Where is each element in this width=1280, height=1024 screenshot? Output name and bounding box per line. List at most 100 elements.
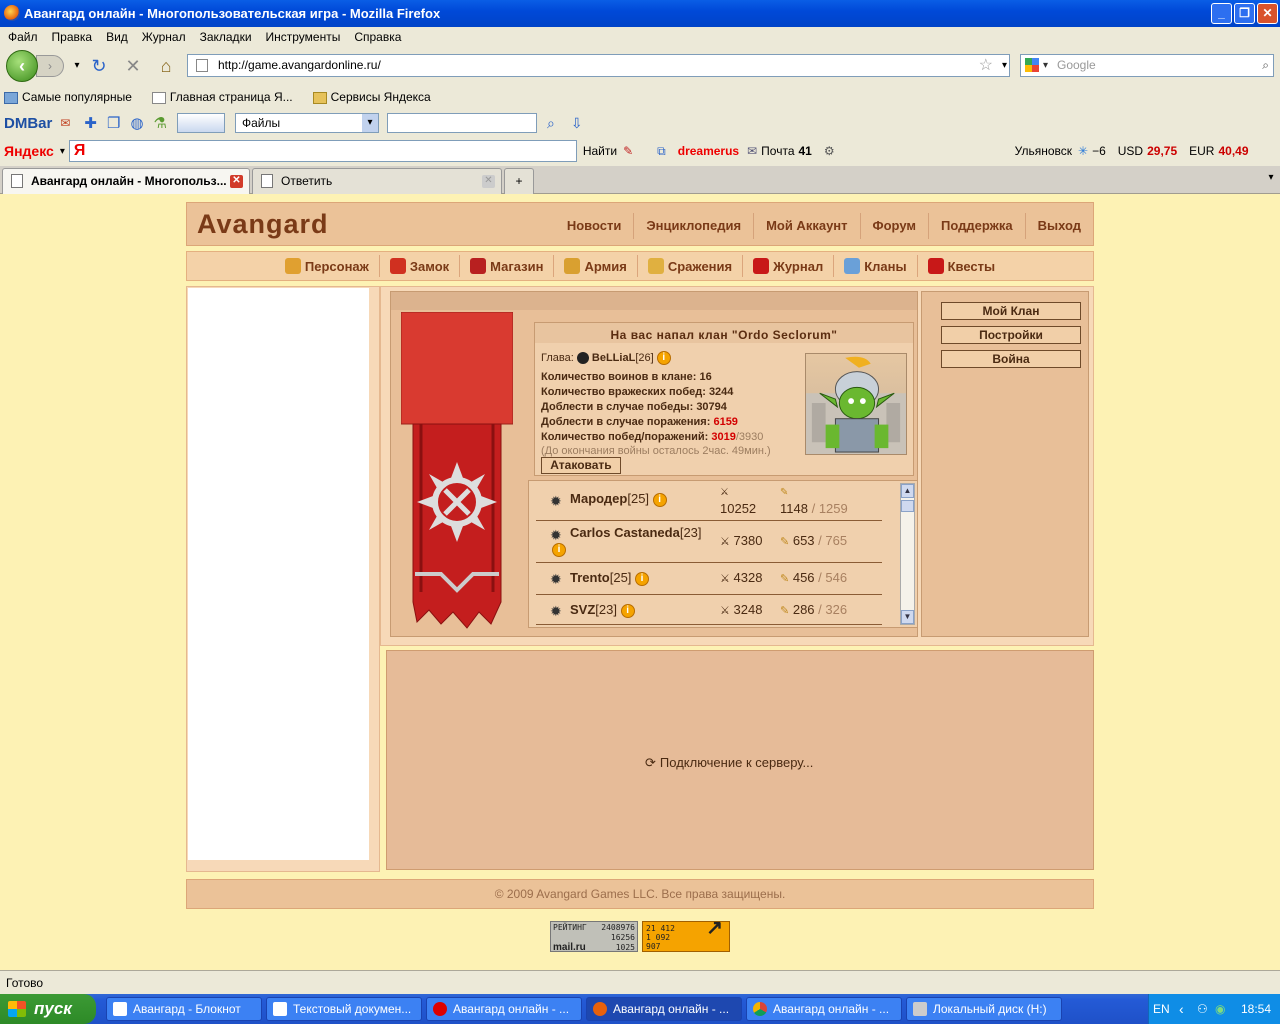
nav-forum[interactable]: Форум: [859, 213, 928, 239]
forward-button[interactable]: ›: [36, 55, 64, 77]
menu-tools[interactable]: Инструменты: [266, 30, 341, 44]
dmbar-chat-icon[interactable]: ✉: [60, 116, 70, 130]
task-notepad[interactable]: Авангард - Блокнот: [106, 997, 262, 1021]
member-name[interactable]: Trento[25] i: [570, 570, 650, 586]
task-local-disk[interactable]: Локальный диск (H:): [906, 997, 1062, 1021]
info-icon[interactable]: i: [620, 603, 635, 618]
member-name[interactable]: Carlos Castaneda[23]: [570, 525, 702, 540]
dmbar-plus-icon[interactable]: ✚: [84, 114, 97, 132]
back-button[interactable]: ‹: [6, 50, 38, 82]
yandex-search-input[interactable]: Я: [68, 140, 577, 162]
menu-bookmarks[interactable]: Закладки: [200, 30, 252, 44]
task-firefox[interactable]: Авангард онлайн - ...: [586, 997, 742, 1021]
chevron-down-icon[interactable]: ▾: [361, 114, 378, 132]
war-button[interactable]: Война: [941, 350, 1081, 368]
info-icon[interactable]: i: [552, 543, 566, 557]
game-nav-character[interactable]: Персонаж: [275, 255, 379, 277]
attack-button[interactable]: Атаковать: [541, 457, 621, 474]
minimize-button[interactable]: _: [1211, 3, 1232, 24]
reload-icon[interactable]: ↻: [88, 55, 110, 77]
member-name[interactable]: SVZ[23] i: [570, 602, 635, 618]
yandex-user[interactable]: dreamerus: [678, 144, 739, 158]
dmbar-files-select[interactable]: Файлы ▾: [234, 113, 379, 133]
home-icon[interactable]: ⌂: [155, 55, 177, 77]
nav-news[interactable]: Новости: [555, 213, 634, 239]
language-indicator[interactable]: EN: [1153, 994, 1170, 1024]
bookmark-yandex-home[interactable]: Главная страница Я...: [151, 90, 303, 104]
maximize-button[interactable]: ❐: [1234, 3, 1255, 24]
url-dropdown-icon[interactable]: ▾: [1002, 55, 1007, 76]
search-icon[interactable]: ⌕: [1262, 55, 1269, 76]
info-icon[interactable]: i: [656, 351, 671, 365]
menu-edit[interactable]: Правка: [52, 30, 93, 44]
buildings-button[interactable]: Постройки: [941, 326, 1081, 344]
clan-head-name[interactable]: BeLLiaL: [592, 352, 635, 364]
nav-account[interactable]: Мой Аккаунт: [753, 213, 859, 239]
engine-dropdown-icon[interactable]: ▾: [1043, 55, 1048, 76]
game-nav-journal[interactable]: Журнал: [742, 255, 833, 277]
gear-icon[interactable]: ⚙: [824, 144, 835, 158]
dmbar-search-icon[interactable]: ⌕: [547, 115, 555, 132]
dmbar-globe-icon[interactable]: ◍: [130, 114, 143, 132]
tray-network-icon[interactable]: ⚇: [1197, 994, 1208, 1024]
yandex-pencil-icon[interactable]: ✎: [623, 144, 633, 158]
info-icon[interactable]: i: [635, 571, 650, 586]
yandex-logo[interactable]: Яндекс: [4, 143, 54, 159]
mailru-rating-counter[interactable]: РЕЙТИНГ 2408976 16256 mail.ru 1025: [550, 921, 638, 953]
game-nav-shop[interactable]: Магазин: [459, 255, 553, 277]
member-name[interactable]: Мародер[25] i: [570, 491, 667, 507]
info-icon[interactable]: i: [652, 492, 667, 507]
close-tab-icon[interactable]: ✕: [482, 175, 495, 188]
bookmark-yandex-services[interactable]: Сервисы Яндекса: [312, 90, 441, 104]
menu-history[interactable]: Журнал: [142, 30, 186, 44]
star-icon[interactable]: ☆: [979, 55, 993, 76]
site-logo[interactable]: Avangard: [197, 209, 329, 240]
game-nav-clans[interactable]: Кланы: [833, 255, 916, 277]
chevron-down-icon[interactable]: ▾: [60, 146, 65, 157]
game-nav-army[interactable]: Армия: [553, 255, 636, 277]
tab-reply[interactable]: Ответить ✕: [252, 168, 502, 194]
dmbar-bottle-icon[interactable]: ⚗: [154, 114, 167, 132]
scroll-up-icon[interactable]: ▲: [901, 484, 914, 498]
nav-logout[interactable]: Выход: [1024, 213, 1093, 239]
member-row[interactable]: ✹ Trento[25] i ⚔ 4328 ✎ 456 / 546: [536, 563, 882, 595]
new-tab-button[interactable]: +: [504, 168, 534, 194]
dmbar-hand-button[interactable]: [176, 113, 225, 133]
task-opera[interactable]: Авангард онлайн - ...: [426, 997, 582, 1021]
history-dropdown-icon[interactable]: ▾: [66, 55, 88, 77]
menu-help[interactable]: Справка: [354, 30, 401, 44]
game-nav-quests[interactable]: Квесты: [916, 255, 1006, 277]
member-row[interactable]: ✹ Carlos Castaneda[23] i ⚔ 7380 ✎ 653 / …: [536, 521, 882, 563]
scroll-down-icon[interactable]: ▼: [901, 610, 914, 624]
close-tab-icon[interactable]: ✕: [230, 175, 243, 188]
tab-list-icon[interactable]: ▾: [1264, 172, 1278, 188]
menu-view[interactable]: Вид: [106, 30, 128, 44]
bookmark-popular[interactable]: Самые популярные: [4, 90, 142, 104]
yandex-mail-link[interactable]: Почта: [761, 144, 794, 158]
dmbar-download-icon[interactable]: ⇩: [571, 115, 583, 132]
close-button[interactable]: ✕: [1257, 3, 1278, 24]
game-nav-battles[interactable]: Сражения: [636, 255, 742, 277]
nav-encyclopedia[interactable]: Энциклопедия: [633, 213, 753, 239]
scroll-thumb[interactable]: [901, 500, 914, 512]
url-input[interactable]: http://game.avangardonline.ru/ ☆ ▾: [187, 54, 1010, 77]
members-scrollbar[interactable]: ▲ ▼: [900, 483, 915, 625]
search-input[interactable]: ▾ Google ⌕: [1020, 54, 1274, 77]
weather-city[interactable]: Ульяновск: [1015, 144, 1072, 158]
dmbar-windows-icon[interactable]: ❐: [107, 114, 120, 132]
task-text-document[interactable]: Текстовый докумен...: [266, 997, 422, 1021]
nav-support[interactable]: Поддержка: [928, 213, 1025, 239]
yandex-translate-icon[interactable]: ⧉: [657, 144, 666, 159]
dmbar-search-input[interactable]: [386, 113, 537, 133]
menu-file[interactable]: Файл: [8, 30, 38, 44]
start-button[interactable]: пуск: [0, 994, 96, 1024]
tray-arrow-icon[interactable]: ‹: [1179, 994, 1184, 1024]
member-row[interactable]: ✹ SVZ[23] i ⚔ 3248 ✎ 286 / 326: [536, 595, 882, 625]
my-clan-button[interactable]: Мой Клан: [941, 302, 1081, 320]
liveinternet-counter[interactable]: 21 412 1 092 907 ↗: [642, 918, 730, 952]
task-chrome[interactable]: Авангард онлайн - ...: [746, 997, 902, 1021]
tray-status-icon[interactable]: ◉: [1215, 994, 1225, 1024]
stop-icon[interactable]: ✕: [122, 55, 144, 77]
yandex-find-button[interactable]: Найти: [583, 144, 617, 158]
game-nav-castle[interactable]: Замок: [378, 255, 459, 277]
